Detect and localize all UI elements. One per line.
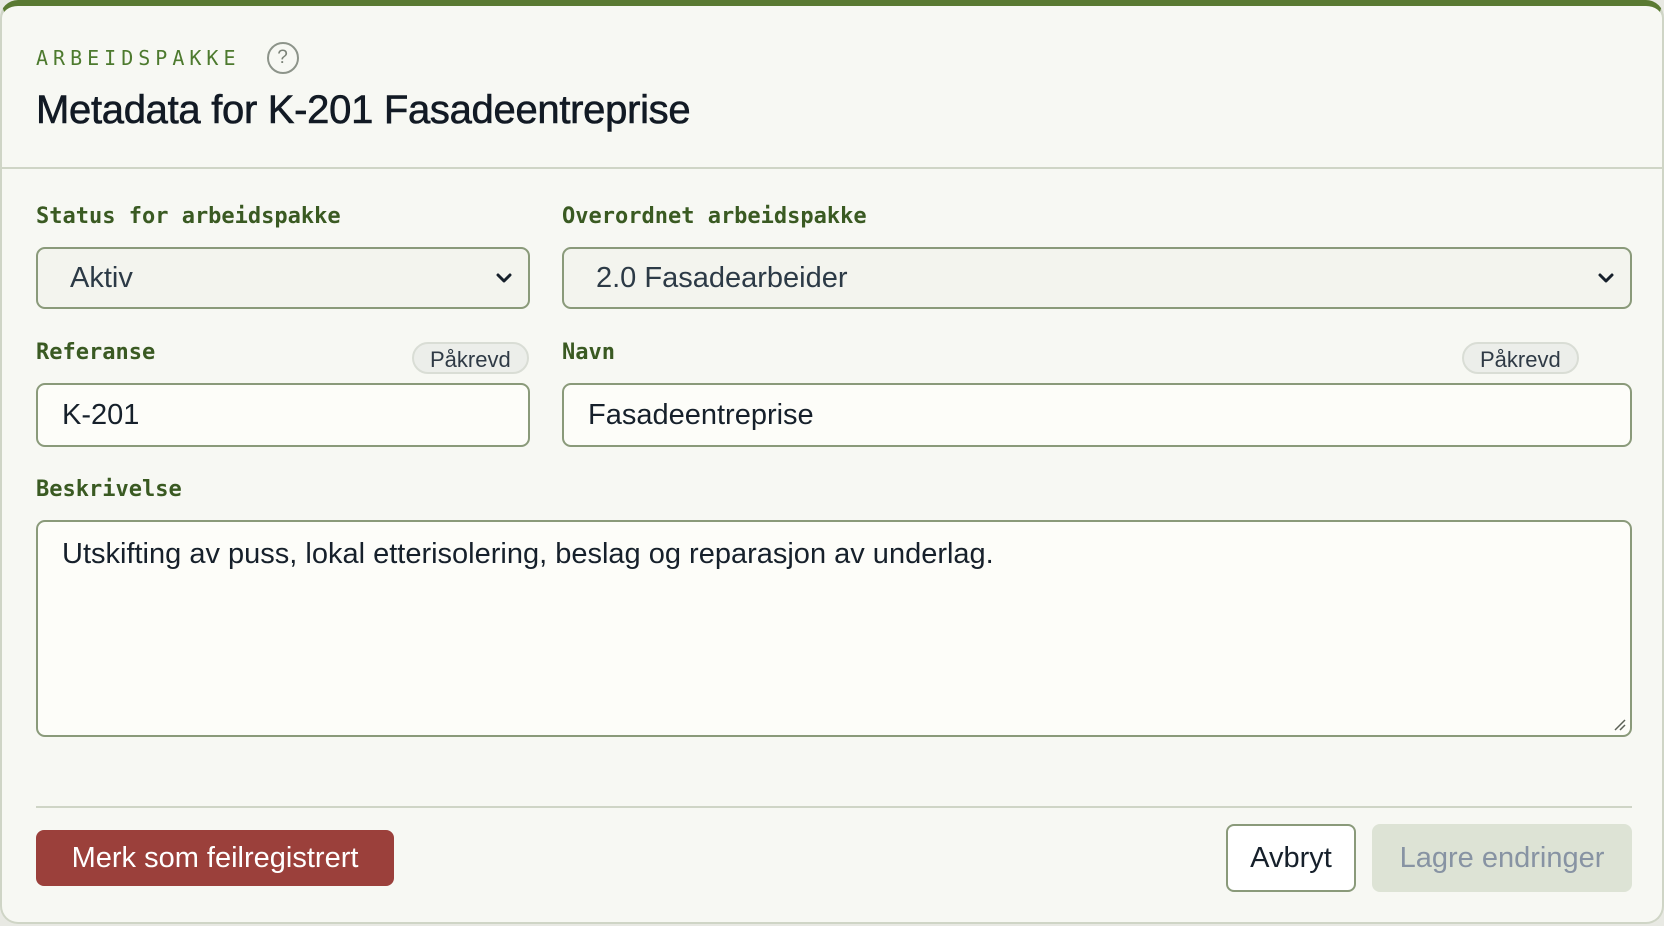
resize-handle-icon[interactable] xyxy=(1612,717,1626,731)
name-input-value: Fasadeentreprise xyxy=(588,398,814,431)
chevron-down-icon xyxy=(1598,273,1614,283)
parent-select-value: 2.0 Fasadearbeider xyxy=(596,261,848,294)
status-label: Status for arbeidspakke xyxy=(36,204,341,229)
description-textarea[interactable]: Utskifting av puss, lokal etterisolering… xyxy=(36,520,1632,737)
description-textarea-value: Utskifting av puss, lokal etterisolering… xyxy=(62,538,994,570)
metadata-dialog: ARBEIDSPAKKE ? Metadata for K-201 Fasade… xyxy=(0,0,1664,924)
name-input[interactable]: Fasadeentreprise xyxy=(562,383,1632,447)
reference-label: Referanse xyxy=(36,340,156,365)
status-select[interactable]: Aktiv xyxy=(36,247,530,309)
reference-required-badge: Påkrevd xyxy=(412,342,529,374)
chevron-down-icon xyxy=(496,273,512,283)
reference-input[interactable]: K-201 xyxy=(36,383,530,447)
mark-as-error-button[interactable]: Merk som feilregistrert xyxy=(36,830,394,886)
dialog-header: ARBEIDSPAKKE ? Metadata for K-201 Fasade… xyxy=(2,6,1662,169)
page-title: Metadata for K-201 Fasadeentreprise xyxy=(36,88,691,133)
status-select-value: Aktiv xyxy=(70,261,133,294)
eyebrow-label: ARBEIDSPAKKE xyxy=(36,46,241,70)
parent-label: Overordnet arbeidspakke xyxy=(562,204,867,229)
cancel-button[interactable]: Avbryt xyxy=(1226,824,1356,892)
save-button[interactable]: Lagre endringer xyxy=(1372,824,1632,892)
reference-input-value: K-201 xyxy=(62,398,140,431)
eyebrow: ARBEIDSPAKKE ? xyxy=(36,42,299,74)
name-label: Navn xyxy=(562,340,615,365)
description-label: Beskrivelse xyxy=(36,477,182,502)
name-required-badge: Påkrevd xyxy=(1462,342,1579,374)
help-icon[interactable]: ? xyxy=(266,42,299,74)
parent-select[interactable]: 2.0 Fasadearbeider xyxy=(562,247,1632,309)
footer-divider xyxy=(36,806,1632,808)
